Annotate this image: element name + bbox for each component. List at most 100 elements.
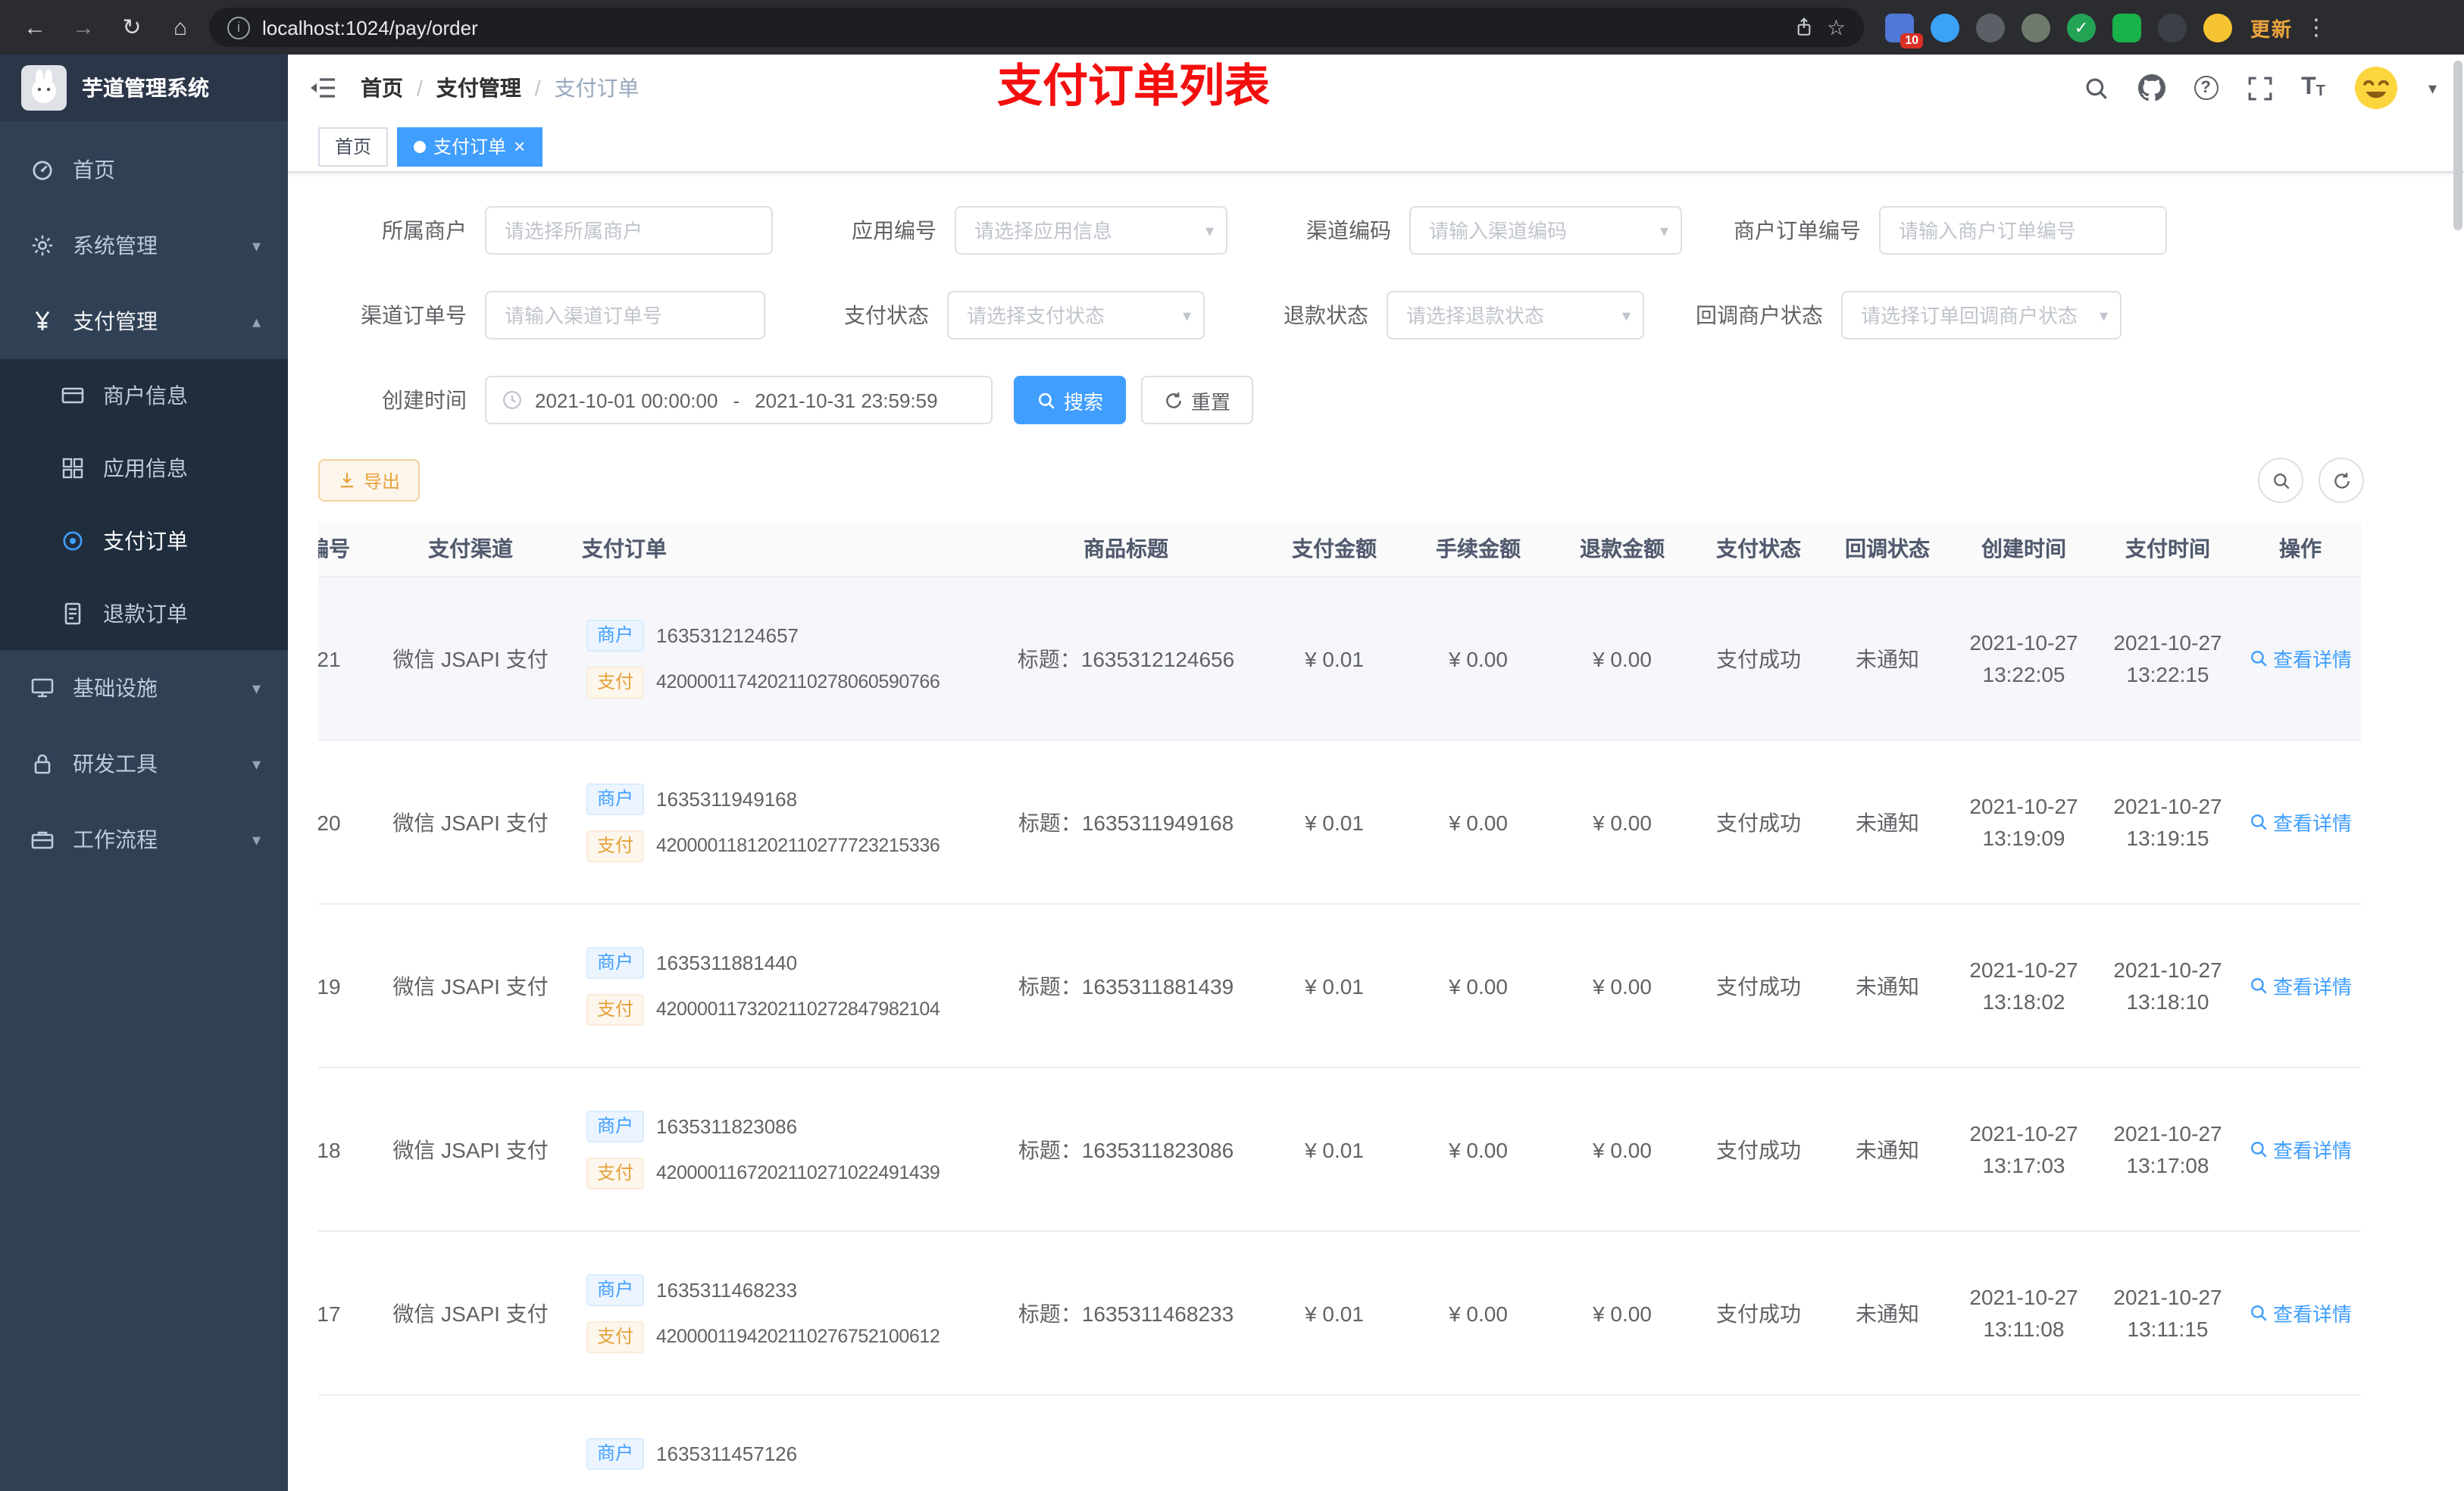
tab-label: 支付订单 (433, 136, 507, 158)
refresh-button[interactable] (2319, 458, 2364, 503)
help-icon[interactable]: ? (2194, 76, 2219, 100)
reset-button[interactable]: 重置 (1141, 376, 1254, 424)
app-title: 芋道管理系统 (82, 76, 209, 100)
tab-home[interactable]: 首页 (318, 127, 389, 166)
bookmark-star-icon[interactable]: ☆ (1827, 14, 1846, 40)
sidebar-item-pay-order[interactable]: 支付订单 (0, 505, 288, 577)
sidebar-item-home[interactable]: 首页 (0, 132, 288, 208)
address-bar[interactable]: i localhost:1024/pay/order ☆ (209, 8, 1864, 47)
app-select[interactable] (955, 206, 1227, 255)
notify-status-select[interactable] (1841, 291, 2122, 339)
browser-chrome: ← → ↻ ⌂ i localhost:1024/pay/order ☆ 10 … (0, 0, 2464, 55)
breadcrumb-home[interactable]: 首页 (361, 73, 403, 103)
sidebar-item-dev-tools[interactable]: 研发工具 ▾ (0, 726, 288, 802)
table-row: 19 微信 JSAPI 支付 商户 1635311881440 支付 42000… (318, 904, 2361, 1068)
avatar[interactable] (2354, 65, 2400, 111)
sidebar-item-app-info[interactable]: 应用信息 (0, 432, 288, 505)
extension-icon-6[interactable] (2112, 13, 2141, 42)
extension-icon-4[interactable] (2022, 13, 2050, 42)
cell-amount: ¥ 0.01 (1262, 1067, 1406, 1232)
view-detail-link[interactable]: 查看详情 (2249, 971, 2352, 1000)
table-row: 17 微信 JSAPI 支付 商户 1635311468233 支付 42000… (318, 1231, 2361, 1396)
chrome-menu-icon[interactable]: ⋮ (2305, 14, 2328, 41)
cell-refund (1550, 1395, 1694, 1491)
table-row: 18 微信 JSAPI 支付 商户 1635311823086 支付 42000… (318, 1067, 2361, 1232)
table-row: 商户 1635311457126 (318, 1395, 2361, 1491)
view-detail-link[interactable]: 查看详情 (2249, 808, 2352, 836)
page-scrollbar[interactable] (2453, 61, 2462, 230)
refund-status-select[interactable] (1387, 291, 1644, 339)
github-icon[interactable] (2137, 74, 2165, 102)
merchant-input[interactable] (485, 206, 773, 255)
cell-create-time: 2021-10-27 13:22:05 (1952, 577, 2096, 741)
sidebar-item-refund-order[interactable]: 退款订单 (0, 577, 288, 650)
toggle-search-button[interactable] (2258, 458, 2303, 503)
cell-fee: ¥ 0.00 (1406, 577, 1550, 741)
extension-icon-8-emoji[interactable] (2203, 13, 2232, 42)
monitor-icon (30, 676, 55, 700)
browser-back-button[interactable]: ← (15, 8, 55, 47)
breadcrumb-section[interactable]: 支付管理 (436, 73, 521, 103)
view-detail-link[interactable]: 查看详情 (2249, 1135, 2352, 1164)
extension-icon-5[interactable]: ✓ (2067, 13, 2096, 42)
sidebar-item-workflow[interactable]: 工作流程 ▾ (0, 802, 288, 877)
pay-status-select[interactable] (947, 291, 1205, 339)
export-button[interactable]: 导出 (318, 459, 421, 502)
pay-tag: 支付 (586, 830, 645, 861)
sidebar-item-label: 工作流程 (73, 827, 158, 852)
orders-table-wrap: 编号 支付渠道 支付订单 商品标题 支付金额 手续金额 退款金额 支付状态 回调… (318, 521, 2361, 1491)
app-logo[interactable]: 芋道管理系统 (0, 55, 288, 121)
fullscreen-icon[interactable] (2247, 75, 2272, 101)
browser-reload-button[interactable]: ↻ (112, 8, 152, 47)
cell-create-time: 2021-10-27 13:17:03 (1952, 1067, 2096, 1232)
view-detail-link[interactable]: 查看详情 (2249, 644, 2352, 673)
sidebar-item-system[interactable]: 系统管理 ▾ (0, 208, 288, 283)
cell-id: 20 (318, 740, 361, 905)
gear-icon (30, 233, 55, 258)
url-text[interactable]: localhost:1024/pay/order (262, 16, 1783, 39)
extension-icon-3[interactable] (1976, 13, 2005, 42)
cell-refund: ¥ 0.00 (1550, 740, 1694, 905)
view-detail-link[interactable]: 查看详情 (2249, 1299, 2352, 1327)
cell-refund: ¥ 0.00 (1550, 577, 1694, 741)
filter-label-create-time: 创建时间 (382, 388, 467, 412)
cell-title: 标题：1635311468233 (990, 1231, 1262, 1396)
cell-pay-order: 商户 1635311823086 支付 42000011672021102710… (580, 1067, 990, 1232)
browser-home-button[interactable]: ⌂ (161, 8, 200, 47)
channel-code-select[interactable] (1409, 206, 1682, 255)
extension-icon-7[interactable] (2158, 13, 2187, 42)
search-icon[interactable] (2083, 75, 2109, 101)
document-icon (61, 602, 85, 626)
chrome-update-button[interactable]: 更新 (2250, 13, 2293, 42)
sidebar-fold-icon[interactable] (309, 76, 336, 100)
merchant-order-input[interactable] (1879, 206, 2167, 255)
cell-title: 标题：1635312124656 (990, 577, 1262, 741)
page-title-annotation: 支付订单列表 (997, 62, 1270, 112)
close-icon[interactable]: × (514, 136, 525, 156)
chevron-up-icon: ▴ (252, 313, 261, 331)
tab-pay-order[interactable]: 支付订单 × (397, 127, 543, 166)
grid-icon (61, 456, 85, 480)
app-shell: ← → ↻ ⌂ i localhost:1024/pay/order ☆ 10 … (0, 0, 2464, 1491)
sidebar-item-merchant-info[interactable]: 商户信息 (0, 359, 288, 432)
cell-amount: ¥ 0.01 (1262, 740, 1406, 905)
extension-icon-2[interactable] (1931, 13, 1959, 42)
dashboard-icon (30, 158, 55, 182)
font-size-icon[interactable]: TT (2301, 75, 2325, 100)
site-info-icon[interactable]: i (227, 16, 250, 39)
sidebar-item-payment[interactable]: 支付管理 ▴ (0, 283, 288, 359)
sidebar-item-label: 商户信息 (103, 383, 188, 408)
sidebar-item-infrastructure[interactable]: 基础设施 ▾ (0, 650, 288, 726)
extension-icon-1[interactable]: 10 (1885, 13, 1923, 48)
search-button[interactable]: 搜索 (1014, 376, 1127, 424)
cell-amount: ¥ 0.01 (1262, 577, 1406, 741)
date-range-picker[interactable]: 2021-10-01 00:00:00 - 2021-10-31 23:59:5… (485, 376, 993, 424)
channel-order-input[interactable] (485, 291, 765, 339)
browser-forward-button[interactable]: → (64, 8, 103, 47)
filter-label-pay-status: 支付状态 (844, 303, 929, 327)
sidebar-item-label: 应用信息 (103, 456, 188, 480)
cell-pay-time (2096, 1395, 2240, 1491)
cell-id: 21 (318, 577, 361, 741)
share-icon[interactable] (1795, 17, 1815, 38)
caret-down-icon[interactable]: ▾ (2428, 78, 2437, 98)
